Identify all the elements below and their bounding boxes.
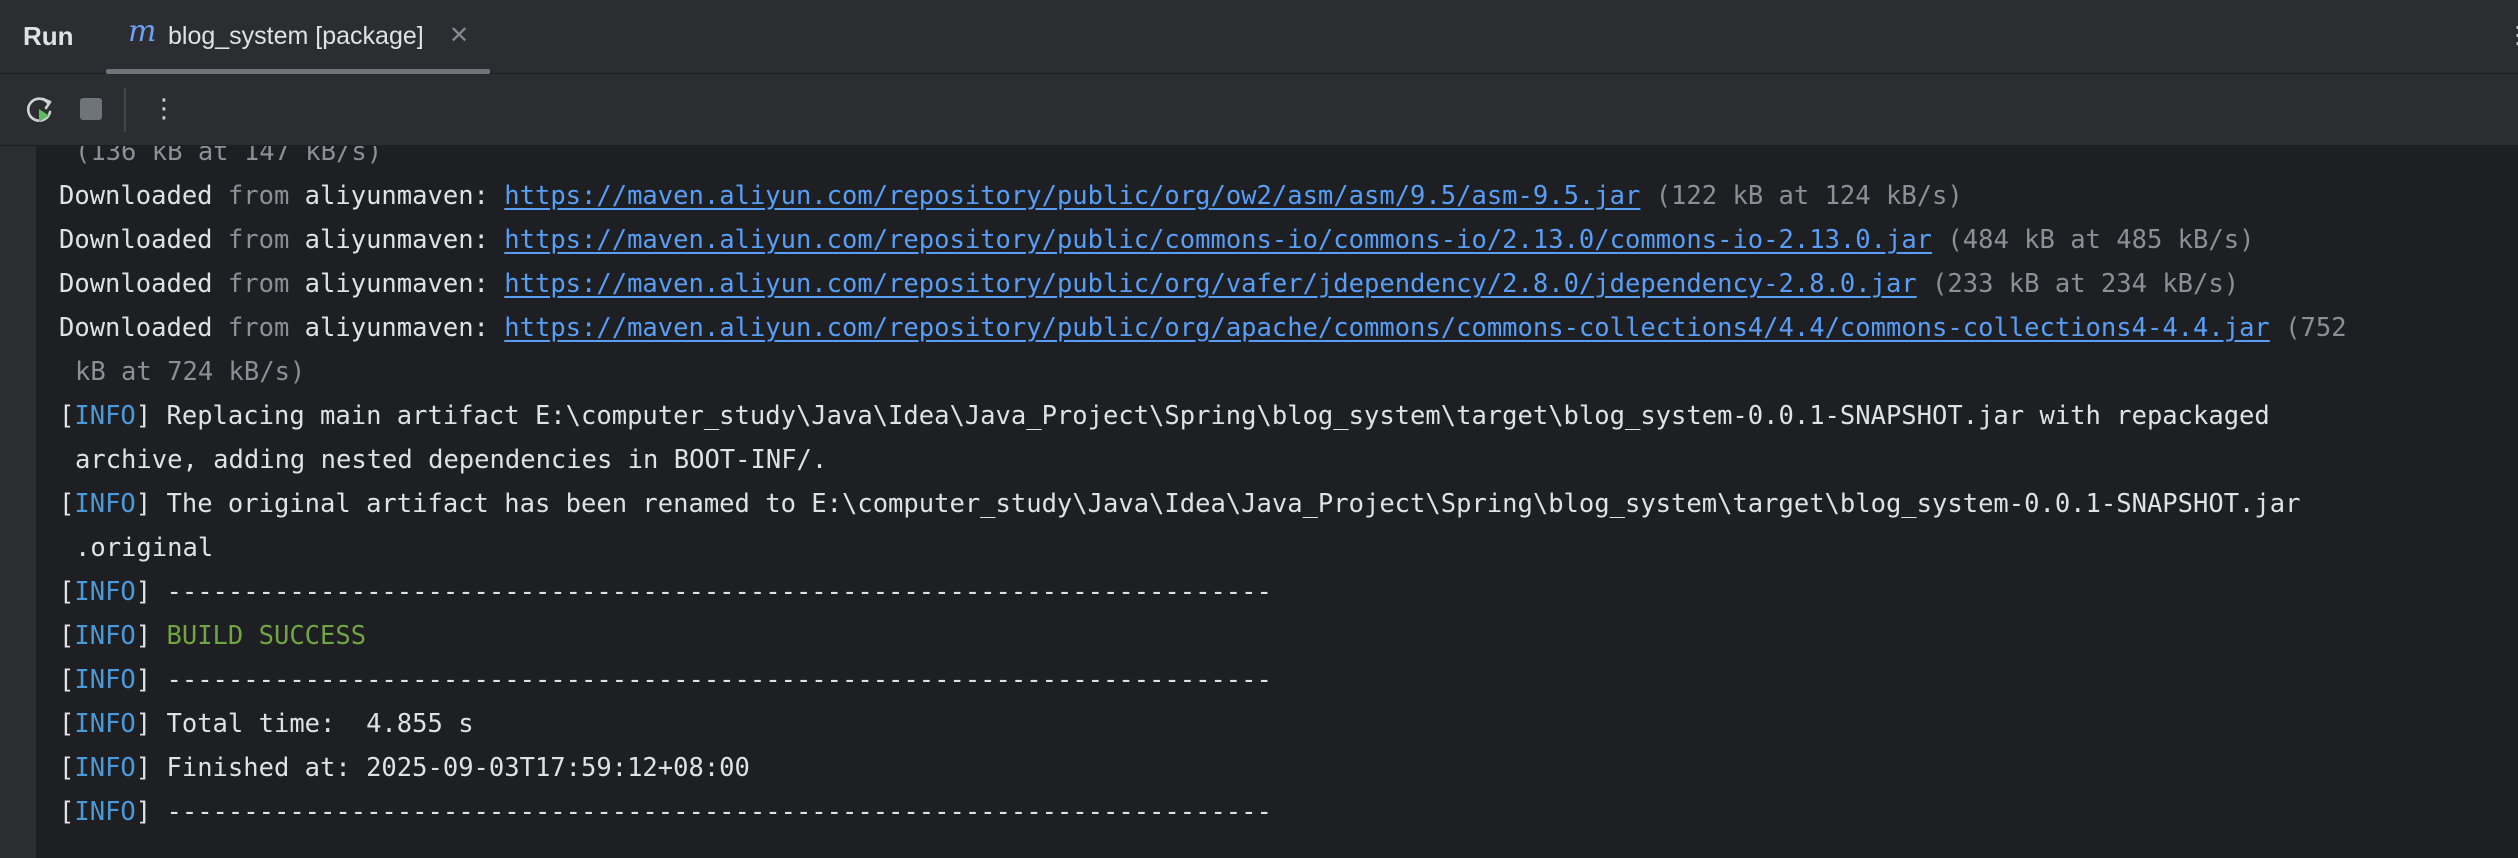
console-lines: (136 kB at 147 kB/s) Downloaded from ali… — [59, 146, 2499, 834]
close-bracket: ] — [135, 489, 152, 519]
console-line: kB at 724 kB/s) — [59, 350, 2499, 394]
open-bracket: [ — [59, 401, 75, 431]
console-line: Downloaded from aliyunmaven: https://mav… — [59, 262, 2499, 306]
close-bracket: ] — [135, 753, 152, 783]
download-size: (136 kB at 147 kB/s) — [75, 146, 383, 167]
download-prefix: Downloaded — [59, 181, 213, 211]
log-message-continued: archive, adding nested dependencies in B… — [75, 445, 828, 475]
maven-icon: m — [128, 14, 157, 49]
separator-line: ----------------------------------------… — [166, 665, 1272, 695]
download-repo: aliyunmaven: — [304, 181, 489, 211]
console-line: [INFO] ---------------------------------… — [59, 658, 2499, 702]
more-vertical-icon: ⋮ — [151, 94, 177, 124]
console-line: .original — [59, 526, 2499, 570]
download-from: from — [227, 269, 290, 299]
open-bracket: [ — [59, 489, 75, 519]
download-size: (233 kB at 234 kB/s) — [1932, 269, 2240, 299]
close-icon[interactable]: ✕ — [449, 18, 469, 52]
console-line: Downloaded from aliyunmaven: https://mav… — [59, 174, 2499, 218]
open-bracket: [ — [59, 709, 75, 739]
info-tag: INFO — [74, 709, 136, 739]
download-size: (484 kB at 485 kB/s) — [1947, 225, 2255, 255]
console-line: archive, adding nested dependencies in B… — [59, 438, 2499, 482]
info-tag: INFO — [74, 401, 136, 431]
download-size-continued: kB at 724 kB/s) — [75, 357, 306, 387]
close-bracket: ] — [135, 665, 152, 695]
close-bracket: ] — [135, 621, 152, 651]
close-bracket: ] — [135, 401, 152, 431]
info-tag: INFO — [74, 753, 136, 783]
info-tag: INFO — [74, 577, 136, 607]
info-tag: INFO — [74, 621, 136, 651]
log-message: The original artifact has been renamed t… — [166, 489, 2301, 519]
download-prefix: Downloaded — [59, 225, 213, 255]
open-bracket: [ — [59, 665, 75, 695]
download-from: from — [227, 225, 290, 255]
open-bracket: [ — [59, 797, 75, 827]
download-repo: aliyunmaven: — [304, 225, 489, 255]
download-prefix: Downloaded — [59, 313, 213, 343]
stop-icon — [80, 98, 102, 120]
console-output[interactable]: (136 kB at 147 kB/s) Downloaded from ali… — [36, 146, 2518, 858]
log-message-continued: .original — [75, 533, 214, 563]
close-bracket: ] — [135, 577, 152, 607]
download-url-link[interactable]: https://maven.aliyun.com/repository/publ… — [504, 269, 1916, 299]
console-line: Downloaded from aliyunmaven: https://mav… — [59, 218, 2499, 262]
download-repo: aliyunmaven: — [304, 313, 489, 343]
download-from: from — [227, 181, 290, 211]
console-line: [INFO] Finished at: 2025-09-03T17:59:12+… — [59, 746, 2499, 790]
console-line: [INFO] ---------------------------------… — [59, 570, 2499, 614]
stop-button[interactable] — [72, 90, 112, 130]
close-bracket: ] — [135, 709, 152, 739]
rerun-button[interactable] — [19, 90, 59, 130]
download-size: (752 — [2285, 313, 2347, 343]
toolbar-separator — [124, 88, 126, 132]
open-bracket: [ — [59, 753, 75, 783]
download-repo: aliyunmaven: — [304, 269, 489, 299]
console-line: Downloaded from aliyunmaven: https://mav… — [59, 306, 2499, 350]
download-from: from — [227, 313, 290, 343]
console-line: (136 kB at 147 kB/s) — [59, 146, 2499, 174]
console-line: [INFO] Total time: 4.855 s — [59, 702, 2499, 746]
rerun-icon — [26, 97, 52, 122]
run-toolbar: ⋮ — [0, 74, 2518, 146]
tab-title: blog_system [package] — [168, 22, 424, 50]
build-success: BUILD SUCCESS — [166, 621, 367, 651]
separator-line: ----------------------------------------… — [166, 577, 1272, 607]
info-tag: INFO — [74, 797, 136, 827]
total-time: Total time: 4.855 s — [166, 709, 474, 739]
info-tag: INFO — [74, 489, 136, 519]
console-line: [INFO] Replacing main artifact E:\comput… — [59, 394, 2499, 438]
console-line: [INFO] The original artifact has been re… — [59, 482, 2499, 526]
download-url-link[interactable]: https://maven.aliyun.com/repository/publ… — [504, 181, 1640, 211]
download-size: (122 kB at 124 kB/s) — [1655, 181, 1963, 211]
console-gutter — [0, 146, 36, 858]
download-url-link[interactable]: https://maven.aliyun.com/repository/publ… — [504, 225, 1932, 255]
info-tag: INFO — [74, 665, 136, 695]
console-line: [INFO] BUILD SUCCESS — [59, 614, 2499, 658]
tool-window-title: Run — [23, 21, 74, 51]
download-prefix: Downloaded — [59, 269, 213, 299]
more-actions-button[interactable]: ⋮ — [142, 90, 182, 130]
tool-window-header: Run m blog_system [package] ✕ ⋮ — [0, 0, 2518, 74]
close-bracket: ] — [135, 797, 152, 827]
download-url-link[interactable]: https://maven.aliyun.com/repository/publ… — [504, 313, 2270, 343]
options-menu-icon[interactable]: ⋮ — [2506, 18, 2518, 52]
tab-blog-system-package[interactable]: m blog_system [package] ✕ — [106, 0, 490, 74]
console-line: [INFO] ---------------------------------… — [59, 790, 2499, 834]
open-bracket: [ — [59, 621, 75, 651]
log-message: Replacing main artifact E:\computer_stud… — [166, 401, 2270, 431]
separator-line: ----------------------------------------… — [166, 797, 1272, 827]
open-bracket: [ — [59, 577, 75, 607]
finished-at: Finished at: 2025-09-03T17:59:12+08:00 — [166, 753, 750, 783]
